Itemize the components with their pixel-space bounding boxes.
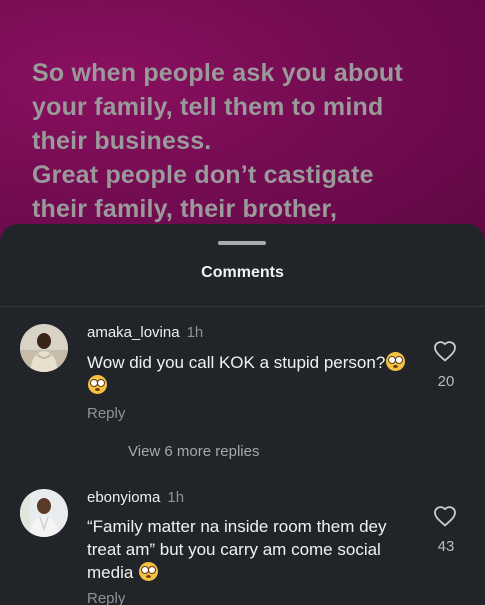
reply-button[interactable]: Reply [87,405,125,422]
comment-text: Wow did you call KOK a stupid person? [87,351,417,397]
flushed-emoji-icon [386,352,406,371]
like-count: 43 [437,538,455,555]
comment-username[interactable]: ebonyioma [87,489,160,506]
sheet-title: Comments [201,264,284,281]
like-count: 20 [437,373,455,390]
avatar[interactable] [20,324,68,372]
like-button[interactable] [433,505,459,529]
flushed-emoji-icon [88,375,107,394]
comment-time: 1h [167,489,185,506]
comment-text-content: Wow did you call KOK a stupid person? [87,353,386,372]
avatar[interactable] [20,489,68,537]
reply-button[interactable]: Reply [87,590,125,605]
comment-header: ebonyioma 1h [87,489,184,506]
heart-icon [434,341,456,362]
like-button[interactable] [433,340,459,364]
drag-handle[interactable] [218,241,266,245]
post-text: So when people ask you about your family… [32,59,403,223]
comments-sheet: Comments amaka_lovina 1h Wow did you call… [0,224,485,605]
comment-text: “Family matter na inside room them dey t… [87,515,409,584]
heart-icon [434,506,456,527]
view-more-replies[interactable]: View 6 more replies [128,443,259,460]
comment-time: 1h [186,324,204,341]
comment-header: amaka_lovina 1h [87,324,203,341]
comment-username[interactable]: amaka_lovina [87,324,180,341]
flushed-emoji-icon [139,562,159,581]
comment-text-content: “Family matter na inside room them dey t… [87,517,387,582]
divider [0,306,485,307]
